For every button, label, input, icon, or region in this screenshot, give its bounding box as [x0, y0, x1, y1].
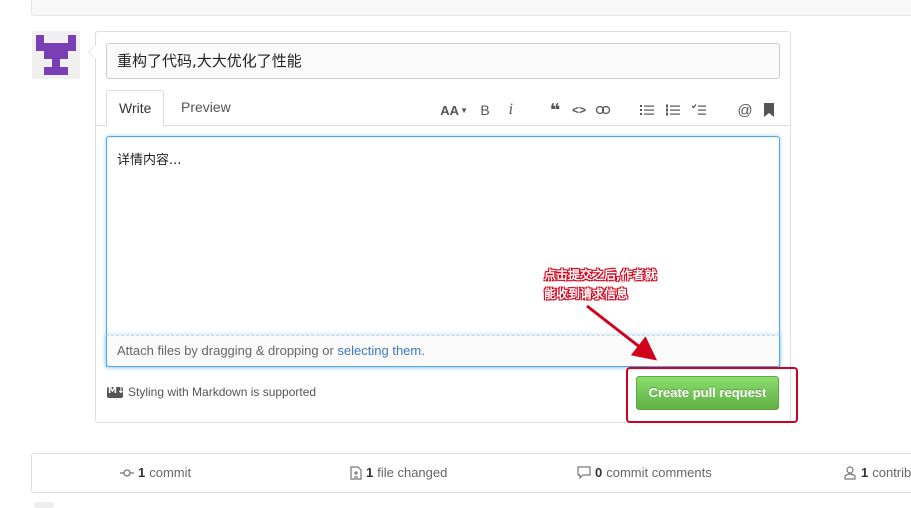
bookmark-icon: [764, 103, 774, 117]
link-button[interactable]: [594, 101, 612, 119]
editor-tabs: Write Preview AA ▼ B i ❝ <> @: [96, 90, 790, 127]
next-panel-fragment: [34, 502, 54, 508]
italic-button[interactable]: i: [502, 101, 520, 119]
tab-preview[interactable]: Preview: [169, 90, 243, 126]
stat-files-changed[interactable]: 1 file changed: [350, 465, 447, 480]
attach-files-bar[interactable]: Attach files by dragging & dropping or s…: [106, 335, 780, 367]
previous-panel: [31, 0, 911, 16]
commit-icon: [120, 468, 134, 478]
list-unordered-icon: [640, 105, 654, 115]
tasklist-icon: [692, 104, 706, 115]
markdown-toolbar: AA ▼ B i ❝ <> @: [440, 100, 778, 120]
stat-commit-comments[interactable]: 0 commit comments: [577, 465, 712, 480]
pr-body-text: 详情内容...: [117, 153, 182, 168]
markdown-note[interactable]: M↓ Styling with Markdown is supported: [107, 385, 316, 399]
comment-icon: [577, 466, 591, 479]
create-pull-request-button[interactable]: Create pull request: [636, 376, 779, 410]
unordered-list-button[interactable]: [638, 101, 656, 119]
pull-request-form: 重构了代码,大大优化了性能 Write Preview AA ▼ B i ❝ <…: [88, 31, 791, 423]
bold-button[interactable]: B: [476, 101, 494, 119]
annotation-line-1: 点击提交之后,作者就: [544, 268, 657, 282]
code-button[interactable]: <>: [570, 101, 588, 119]
avatar[interactable]: [32, 31, 80, 79]
tab-write[interactable]: Write: [106, 90, 165, 127]
pr-body-textarea[interactable]: 详情内容...: [106, 136, 780, 367]
ordered-list-button[interactable]: [664, 101, 682, 119]
attach-text-end: .: [421, 343, 425, 358]
pr-title-input[interactable]: 重构了代码,大大优化了性能: [106, 43, 780, 79]
file-diff-icon: [350, 465, 362, 480]
select-files-link[interactable]: selecting them: [337, 343, 421, 358]
quote-button[interactable]: ❝: [546, 100, 564, 120]
contributors-icon: [843, 465, 857, 480]
heading-button[interactable]: AA ▼: [440, 101, 468, 119]
annotation-line-2: 能收到请求信息: [544, 287, 629, 301]
saved-reply-button[interactable]: [760, 101, 778, 119]
markdown-note-text: Styling with Markdown is supported: [128, 385, 317, 399]
stat-contributors[interactable]: 1contribu: [843, 465, 911, 480]
pr-stats-bar: 1 commit 1 file changed 0 commit comments 1…: [31, 453, 911, 493]
annotation-text: 点击提交之后,作者就 能收到请求信息: [544, 266, 657, 304]
heading-icon: AA: [440, 102, 460, 118]
mention-button[interactable]: @: [736, 101, 754, 119]
identicon-icon: [32, 31, 80, 79]
stat-commits[interactable]: 1 commit: [120, 465, 191, 480]
task-list-button[interactable]: [690, 101, 708, 119]
list-ordered-icon: [666, 104, 680, 116]
link-icon: [595, 105, 611, 115]
attach-text: Attach files by dragging & dropping or: [117, 343, 338, 358]
markdown-icon: M↓: [107, 385, 125, 398]
